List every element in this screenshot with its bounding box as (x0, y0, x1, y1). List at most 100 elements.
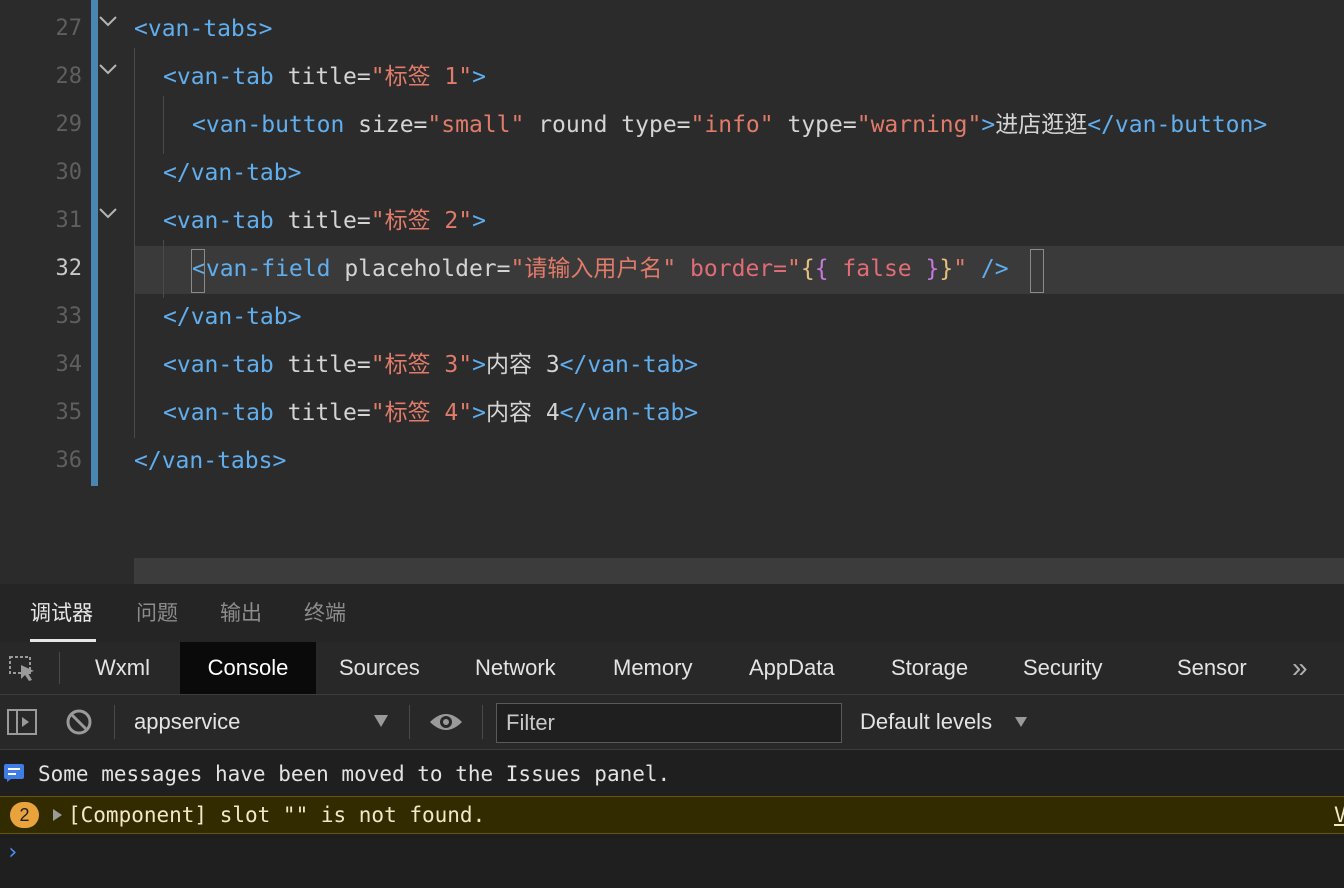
code-token: <van-tabs> (134, 16, 273, 42)
code-editor[interactable]: 27 <van-tabs> 28 <van-tab title="标签 1"> 29 <v… (0, 0, 1344, 584)
code-token: } (939, 256, 954, 282)
code-token: </van-tabs> (134, 448, 287, 474)
code-token: "标签 1" (370, 64, 473, 90)
toolbar-divider (482, 705, 483, 739)
code-token: > (472, 400, 486, 426)
fold-chevron-icon[interactable] (98, 206, 118, 220)
code-line[interactable]: 34 <van-tab title="标签 3">内容 3</van-tab> (0, 336, 1344, 384)
code-line[interactable]: 33 </van-tab> (0, 288, 1344, 336)
code-token: title= (287, 400, 371, 426)
context-selector[interactable]: appservice (134, 695, 240, 749)
panel-tab-bar: 调试器 问题 输出 终端 (0, 584, 1344, 642)
warning-message-text: [Component] slot "" is not found. (68, 803, 486, 827)
code-token: 内容 3 (485, 352, 560, 378)
code-token: title= (287, 64, 371, 90)
code-token: "warning" (856, 112, 982, 138)
code-token: "small" (427, 112, 525, 138)
code-line[interactable]: 36 </van-tabs> (0, 432, 1344, 480)
tab-output[interactable]: 输出 (220, 584, 262, 642)
inspect-element-icon[interactable] (8, 655, 38, 688)
tab-sensor[interactable]: Sensor (1177, 642, 1247, 694)
tab-wxml[interactable]: Wxml (95, 642, 150, 694)
console-warning-message[interactable]: 2 [Component] slot "" is not found. V (0, 796, 1344, 834)
console-prompt-icon[interactable]: › (6, 838, 19, 868)
devtools-tab-bar: Wxml Console Sources Network Memory AppD… (0, 642, 1344, 695)
code-token: { (800, 256, 815, 282)
fold-chevron-icon[interactable] (98, 62, 118, 76)
code-token: <van-tab (163, 64, 288, 90)
code-token: > (472, 64, 486, 90)
code-token: " (953, 256, 968, 282)
code-token: type= (773, 112, 857, 138)
code-token: > (981, 112, 996, 138)
code-token: "标签 2" (370, 208, 473, 234)
code-line[interactable]: 29 <van-button size="small" round type="i… (0, 96, 1344, 144)
tab-debugger[interactable]: 调试器 (30, 584, 93, 642)
bracket-match-open (191, 249, 205, 293)
code-token: round type= (524, 112, 691, 138)
console-output[interactable]: Some messages have been moved to the Iss… (0, 750, 1344, 888)
code-line[interactable]: 31 <van-tab title="标签 2"> (0, 192, 1344, 240)
bracket-match-close (1030, 249, 1044, 293)
code-line[interactable]: 28 <van-tab title="标签 1"> (0, 48, 1344, 96)
code-line[interactable]: 35 <van-tab title="标签 4">内容 4</van-tab> (0, 384, 1344, 432)
tab-memory[interactable]: Memory (613, 642, 692, 694)
code-token: title= (287, 352, 371, 378)
source-link[interactable]: V (1334, 797, 1344, 833)
code-token: <van-button (192, 112, 359, 138)
code-token: "标签 3" (370, 352, 473, 378)
expand-caret-icon[interactable] (53, 809, 62, 821)
code-token: placeholder= (344, 256, 511, 282)
tab-console[interactable]: Console (180, 642, 316, 694)
code-text: </van-tabs> (134, 432, 286, 490)
console-info-message: Some messages have been moved to the Iss… (0, 750, 1344, 796)
code-token: "请输入用户名" (510, 256, 677, 282)
tab-sources[interactable]: Sources (339, 642, 420, 694)
line-number: 36 (55, 448, 83, 473)
code-token: "info" (690, 112, 774, 138)
code-token: { (814, 256, 829, 282)
clear-console-icon[interactable] (65, 708, 93, 741)
chevron-down-icon (1015, 717, 1027, 727)
fold-chevron-icon[interactable] (98, 14, 118, 28)
tab-problems[interactable]: 问题 (136, 584, 178, 642)
toolbar-divider (409, 705, 410, 739)
tab-appdata[interactable]: AppData (749, 642, 835, 694)
code-line[interactable]: 30 </van-tab> (0, 144, 1344, 192)
code-token: size= (358, 112, 428, 138)
toolbar-divider (114, 705, 115, 739)
code-token: 内容 4 (485, 400, 560, 426)
code-token: <van-tab (163, 400, 288, 426)
code-token: <van-tab (163, 208, 288, 234)
tab-network[interactable]: Network (475, 642, 556, 694)
code-token: <van-field (192, 256, 345, 282)
code-token: > (472, 352, 486, 378)
message-info-icon (4, 764, 24, 787)
code-token: </van-tab> (559, 400, 699, 426)
code-token: <van-tab (163, 352, 288, 378)
info-message-text: Some messages have been moved to the Iss… (38, 762, 671, 786)
code-token: > (472, 208, 486, 234)
code-token: false (828, 256, 926, 282)
code-token: </van-button> (1087, 112, 1268, 138)
tab-terminal[interactable]: 终端 (304, 584, 346, 642)
horizontal-scrollbar[interactable] (134, 558, 1344, 584)
chevron-down-icon (374, 715, 388, 727)
code-token: } (925, 256, 940, 282)
sidebar-toggle-icon[interactable] (6, 708, 38, 741)
tab-storage[interactable]: Storage (891, 642, 968, 694)
code-token: /> (967, 256, 1009, 282)
live-expression-eye-icon[interactable] (428, 708, 464, 741)
code-token: </van-tab> (163, 160, 302, 186)
code-token: </van-tab> (559, 352, 699, 378)
code-token: </van-tab> (163, 304, 302, 330)
log-levels-dropdown[interactable]: Default levels (860, 695, 992, 749)
warning-count-badge: 2 (10, 802, 39, 828)
code-token: 进店逛逛 (995, 112, 1088, 138)
code-token: "标签 4" (370, 400, 473, 426)
more-tabs-icon[interactable]: » (1292, 642, 1308, 694)
filter-input[interactable] (496, 703, 842, 743)
toolbar-divider (59, 652, 60, 684)
code-line[interactable]: 27 <van-tabs> (0, 0, 1344, 48)
tab-security[interactable]: Security (1023, 642, 1102, 694)
